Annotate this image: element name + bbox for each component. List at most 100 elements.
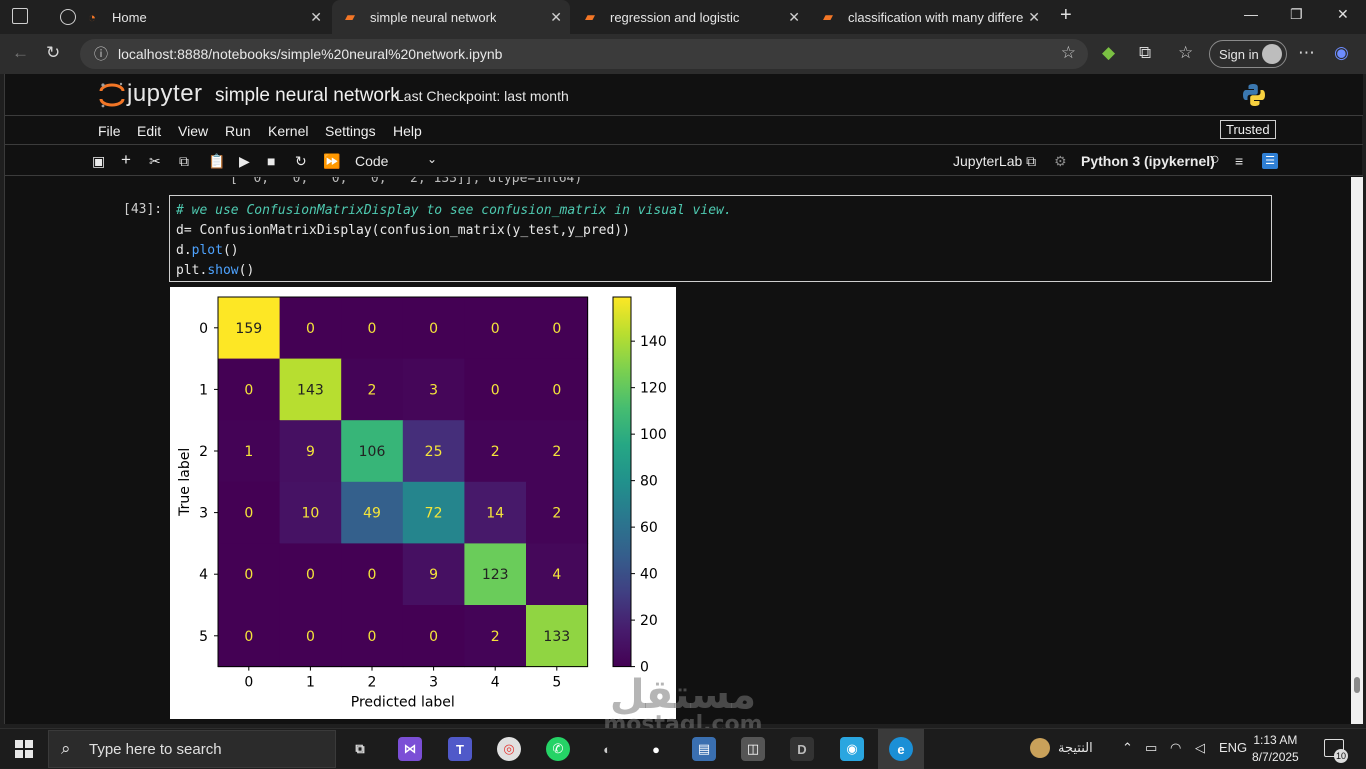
- copy-icon[interactable]: ⧉: [179, 153, 189, 170]
- close-icon[interactable]: ✕: [1028, 9, 1040, 26]
- docker-desktop-icon[interactable]: D: [790, 737, 814, 761]
- extension-icon[interactable]: ◆: [1102, 43, 1115, 63]
- copilot-icon[interactable]: ◉: [1334, 43, 1349, 63]
- kernel-name[interactable]: Python 3 (ipykernel): [1081, 153, 1215, 169]
- cell-value-label: 106: [359, 444, 386, 460]
- settings-gear-icon[interactable]: ⚙: [1054, 153, 1067, 170]
- sign-in-button[interactable]: Sign in: [1209, 40, 1287, 68]
- extensions-puzzle-icon[interactable]: ⧉: [1139, 43, 1151, 63]
- github-icon[interactable]: ●: [644, 737, 668, 761]
- menu-file[interactable]: File: [98, 123, 121, 139]
- trusted-badge[interactable]: Trusted: [1220, 120, 1276, 139]
- language-indicator[interactable]: ENG: [1219, 740, 1247, 755]
- cell-value-label: 9: [306, 444, 315, 460]
- menu-edit[interactable]: Edit: [137, 123, 161, 139]
- restart-icon[interactable]: ↻: [295, 153, 307, 170]
- cell-prompt: [43]:: [123, 202, 163, 217]
- network-app-icon[interactable]: ▤: [692, 737, 716, 761]
- battery-icon[interactable]: ▭: [1145, 740, 1157, 756]
- tab-simple-neural-network[interactable]: ▰ simple neural network ✕: [332, 0, 570, 34]
- paste-icon[interactable]: 📋: [208, 153, 225, 170]
- python-logo-icon: [1243, 84, 1265, 106]
- notebook-icon: ▰: [823, 9, 833, 24]
- favorite-star-icon[interactable]: ☆: [1061, 43, 1076, 63]
- teams-icon[interactable]: T: [448, 737, 472, 761]
- code-cell[interactable]: # we use ConfusionMatrixDisplay to see c…: [169, 195, 1272, 282]
- cell-value-label: 0: [368, 629, 377, 645]
- site-info-icon[interactable]: ⓘ: [94, 44, 108, 64]
- colorbar-tick-label: 0: [640, 660, 649, 676]
- clock[interactable]: 1:13 AM 8/7/2025: [1252, 732, 1299, 766]
- colorbar-tick-label: 120: [640, 381, 667, 397]
- maximize-icon[interactable]: ❐: [1290, 6, 1303, 23]
- save-icon[interactable]: ▣: [92, 153, 105, 170]
- menu-view[interactable]: View: [178, 123, 208, 139]
- close-icon[interactable]: ✕: [788, 9, 800, 26]
- chevron-down-icon[interactable]: ⌄: [427, 152, 437, 166]
- menu-help[interactable]: Help: [393, 123, 422, 139]
- restart-run-all-icon[interactable]: ⏩: [323, 153, 340, 170]
- tab-home[interactable]: ◔ Home ✕: [50, 0, 330, 34]
- scrollbar[interactable]: [1351, 177, 1363, 724]
- tab-actions-icon[interactable]: [12, 8, 28, 24]
- y-tick-label: 2: [199, 444, 208, 460]
- colorbar-tick-label: 140: [640, 334, 667, 350]
- weather-label[interactable]: النتيجة: [1058, 740, 1093, 756]
- window-close-icon[interactable]: ✕: [1337, 6, 1349, 23]
- refresh-icon[interactable]: ↻: [46, 43, 60, 63]
- new-tab-icon[interactable]: +: [1060, 4, 1072, 27]
- windows-start-icon[interactable]: [15, 740, 33, 758]
- minimize-icon[interactable]: —: [1244, 6, 1258, 22]
- scrollbar-thumb[interactable]: [1354, 677, 1360, 693]
- colorbar-tick-label: 80: [640, 474, 658, 490]
- edge-taskbar-active[interactable]: e: [878, 729, 924, 769]
- app-icon[interactable]: ◫: [741, 737, 765, 761]
- tab-regression-and-logistic[interactable]: ▰ regression and logistic ✕: [572, 0, 808, 34]
- notebook-title[interactable]: simple neural network: [215, 85, 400, 107]
- tab-classification[interactable]: ▰ classification with many different ✕: [810, 0, 1048, 34]
- visual-studio-icon[interactable]: ⋈: [398, 737, 422, 761]
- run-icon[interactable]: ▶: [239, 153, 250, 170]
- hamburger-menu-icon[interactable]: ≡: [1235, 153, 1243, 169]
- taskbar-search-box[interactable]: ⌕ Type here to search: [48, 730, 336, 768]
- whatsapp-icon[interactable]: ✆: [546, 737, 570, 761]
- menu-settings[interactable]: Settings: [325, 123, 376, 139]
- address-bar[interactable]: ⓘ localhost:8888/notebooks/simple%20neur…: [80, 39, 1088, 69]
- colorbar-tick-label: 100: [640, 427, 667, 443]
- task-view-icon[interactable]: ⧉: [348, 737, 372, 761]
- menu-kernel[interactable]: Kernel: [268, 123, 308, 139]
- back-arrow-icon[interactable]: ←: [12, 43, 29, 63]
- cut-icon[interactable]: ✂: [149, 153, 161, 170]
- notebook-icon: ▰: [345, 9, 355, 24]
- notebook-toolbar: ▣ + ✂ ⧉ 📋 ▶ ■ ↻ ⏩ Code ⌄ JupyterLab ⧉ ⚙ …: [5, 146, 1363, 176]
- jupyterlab-link[interactable]: JupyterLab ⧉: [953, 153, 1036, 170]
- tab-label: Home: [112, 9, 147, 25]
- cell-value-label: 0: [368, 567, 377, 583]
- sign-in-label: Sign in: [1219, 46, 1259, 62]
- cell-type-select[interactable]: Code: [355, 153, 388, 169]
- chrome-icon[interactable]: ◎: [497, 737, 521, 761]
- menu-run[interactable]: Run: [225, 123, 251, 139]
- property-inspector-icon[interactable]: ☰: [1262, 153, 1278, 169]
- cell-value-label: 2: [368, 382, 377, 398]
- obs-icon[interactable]: ◐: [595, 737, 619, 761]
- stop-icon[interactable]: ■: [267, 153, 275, 169]
- y-tick-label: 3: [199, 506, 208, 522]
- more-menu-icon[interactable]: ⋯: [1298, 43, 1315, 63]
- add-cell-icon[interactable]: +: [121, 150, 131, 170]
- code-token: show: [207, 263, 239, 278]
- cell-value-label: 0: [491, 321, 500, 337]
- favorites-icon[interactable]: ☆: [1178, 43, 1193, 63]
- cell-value-label: 0: [491, 382, 500, 398]
- chevron-up-icon[interactable]: ⌃: [1122, 740, 1133, 756]
- app-icon[interactable]: ◉: [840, 737, 864, 761]
- cell-value-label: 0: [244, 506, 253, 522]
- close-icon[interactable]: ✕: [550, 9, 562, 26]
- y-tick-label: 4: [199, 567, 208, 583]
- wifi-icon[interactable]: ◠: [1170, 740, 1181, 756]
- cell-value-label: 0: [552, 382, 561, 398]
- notebook-icon: ▰: [585, 9, 595, 24]
- close-icon[interactable]: ✕: [310, 9, 322, 26]
- volume-icon[interactable]: ◁: [1195, 740, 1205, 756]
- weather-icon[interactable]: [1030, 738, 1050, 758]
